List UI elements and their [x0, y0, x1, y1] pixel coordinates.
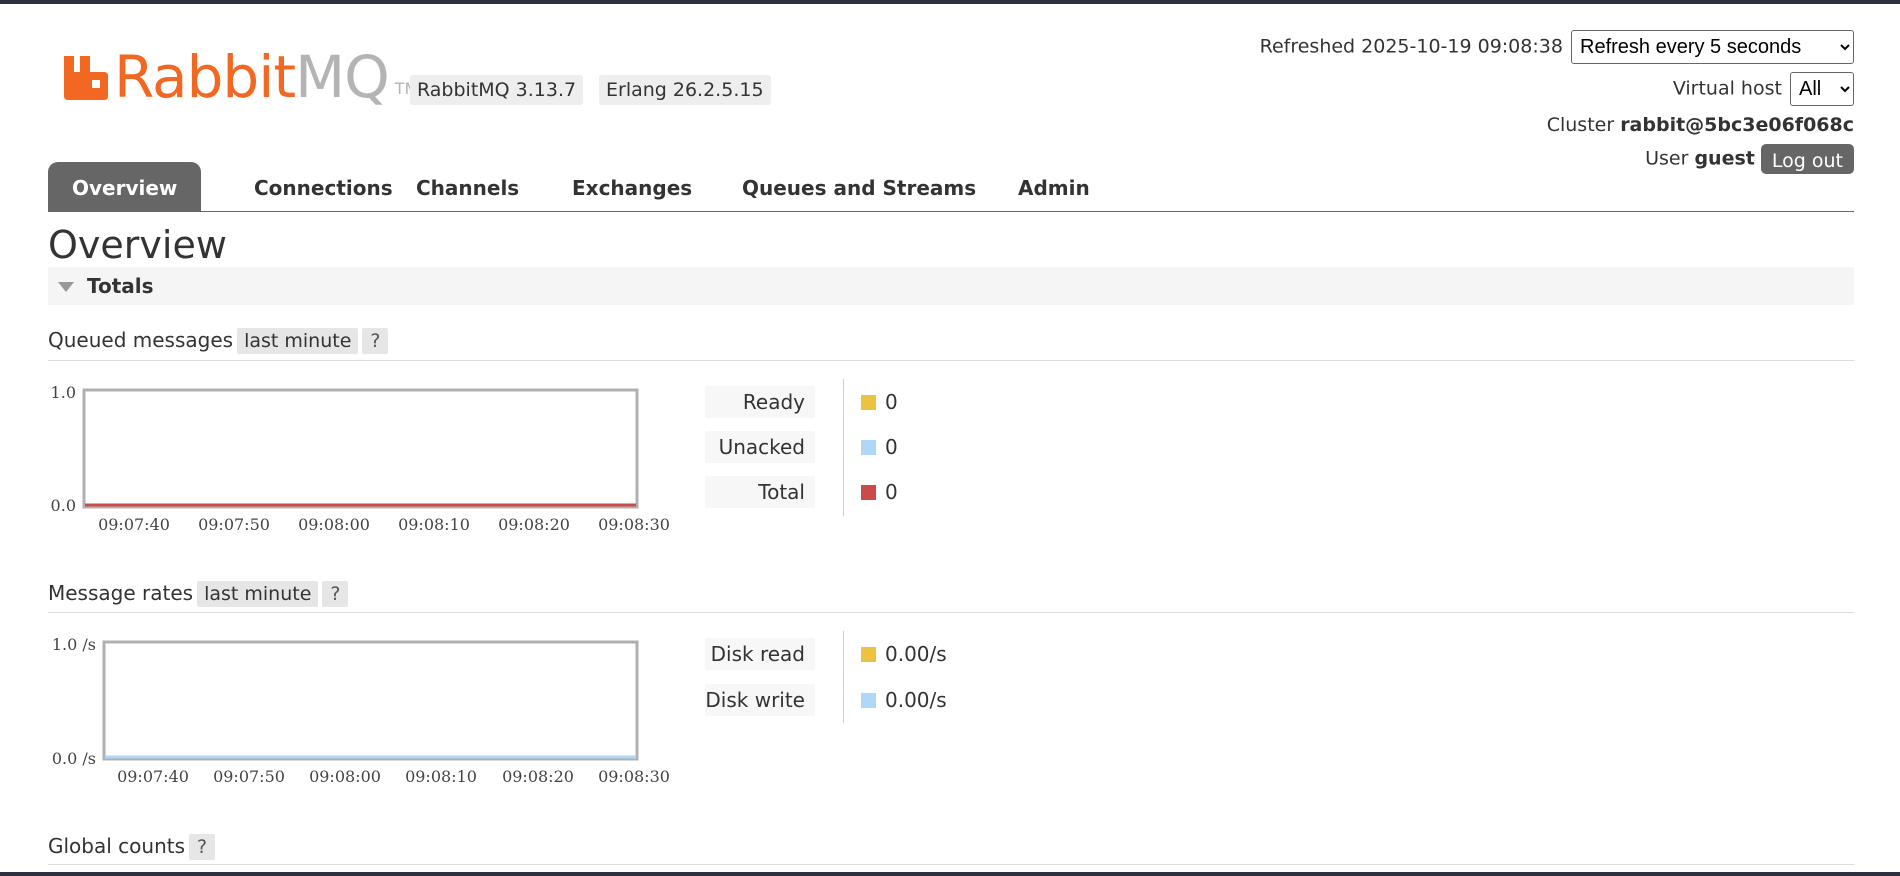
- vhost-line: Virtual host All: [1673, 72, 1854, 106]
- legend-swatch-blue: [861, 693, 876, 708]
- queued-plot-area: [82, 388, 639, 509]
- main-nav-tabs: Overview Connections Channels Exchanges …: [48, 162, 1854, 212]
- legend-label: Unacked: [705, 431, 815, 463]
- legend-label: Disk write: [705, 684, 815, 716]
- tab-exchanges[interactable]: Exchanges: [548, 162, 716, 211]
- rates-x-tick: 09:08:30: [598, 767, 670, 786]
- legend-label: Total: [705, 476, 815, 508]
- collapse-triangle-icon[interactable]: [58, 282, 74, 292]
- rates-x-tick: 09:07:50: [213, 767, 285, 786]
- queued-x-tick: 09:08:30: [598, 515, 670, 534]
- rates-chart-svg: 1.0 /s 0.0 /s 09:07:40 09:07:50 09:08:00…: [52, 635, 670, 786]
- totals-section-header[interactable]: [48, 267, 1854, 305]
- global-counts-label: Global counts: [48, 834, 186, 858]
- cluster-name: rabbit@5bc3e06f068c: [1620, 114, 1854, 136]
- section-divider: [48, 360, 1854, 361]
- queued-messages-chart: 1.0 0.0 09:07:40 09:07:50 09:08:00 09:08…: [40, 379, 680, 543]
- rates-legend-divider: [843, 631, 844, 723]
- tab-connections[interactable]: Connections: [230, 162, 417, 211]
- rates-x-tick: 09:08:20: [502, 767, 574, 786]
- queued-x-tick: 09:08:10: [398, 515, 470, 534]
- legend-value: 0.00/s: [885, 642, 947, 666]
- rates-range-selector[interactable]: last minute: [197, 581, 319, 607]
- queued-range-selector[interactable]: last minute: [237, 328, 359, 354]
- queued-help-button[interactable]: ?: [362, 328, 389, 354]
- rabbitmq-logo[interactable]: Rabbit MQ TM: [64, 43, 418, 111]
- refresh-interval-select[interactable]: Refresh every 5 seconds: [1571, 30, 1854, 64]
- legend-swatch-yellow: [861, 395, 876, 410]
- rates-y-tick-max: 1.0 /s: [52, 635, 96, 654]
- rates-y-tick-min: 0.0 /s: [52, 749, 96, 768]
- refreshed-timestamp: Refreshed 2025-10-19 09:08:38: [1259, 35, 1563, 58]
- legend-value: 0: [885, 390, 898, 414]
- queued-chart-svg: 1.0 0.0 09:07:40 09:07:50 09:08:00 09:08…: [51, 383, 670, 534]
- logo-rabbit-text: Rabbit: [114, 43, 296, 111]
- vhost-label: Virtual host: [1672, 77, 1782, 100]
- totals-section-label[interactable]: Totals: [87, 274, 154, 298]
- legend-value: 0.00/s: [885, 688, 947, 712]
- queued-x-tick: 09:08:00: [298, 515, 370, 534]
- queued-x-tick: 09:07:50: [198, 515, 270, 534]
- section-divider: [48, 612, 1854, 613]
- legend-label: Disk read: [705, 638, 815, 670]
- logo-mq-text: MQ: [295, 43, 390, 111]
- legend-value: 0: [885, 435, 898, 459]
- rates-x-tick: 09:07:40: [117, 767, 189, 786]
- rabbitmq-version-badge: RabbitMQ 3.13.7: [410, 75, 584, 105]
- cluster-line: Cluster rabbit@5bc3e06f068c: [1547, 114, 1854, 136]
- queued-y-tick-max: 1.0: [51, 383, 76, 402]
- global-counts-help-button[interactable]: ?: [189, 834, 216, 860]
- rates-x-tick: 09:08:10: [405, 767, 477, 786]
- tab-admin[interactable]: Admin: [994, 162, 1114, 211]
- rabbit-logo-icon: [64, 56, 108, 100]
- queued-messages-title: Queued messages last minute?: [48, 328, 389, 354]
- legend-swatch-yellow: [861, 647, 876, 662]
- queued-messages-label: Queued messages: [48, 328, 234, 352]
- legend-label: Ready: [705, 386, 815, 418]
- message-rates-chart: 1.0 /s 0.0 /s 09:07:40 09:07:50 09:08:00…: [40, 630, 680, 794]
- queued-x-tick: 09:08:20: [498, 515, 570, 534]
- legend-value: 0: [885, 480, 898, 504]
- rates-help-button[interactable]: ?: [322, 581, 349, 607]
- rates-plot-area: [102, 640, 639, 761]
- legend-swatch-red: [861, 485, 876, 500]
- vhost-select[interactable]: All: [1790, 72, 1854, 106]
- tab-queues-and-streams[interactable]: Queues and Streams: [718, 162, 1000, 211]
- queued-y-tick-min: 0.0: [51, 496, 76, 515]
- queued-x-tick: 09:07:40: [98, 515, 170, 534]
- message-rates-title: Message rates last minute?: [48, 581, 349, 607]
- refresh-line: Refreshed 2025-10-19 09:08:38 Refresh ev…: [1260, 30, 1854, 64]
- tab-overview[interactable]: Overview: [48, 162, 202, 211]
- rates-x-tick: 09:08:00: [309, 767, 381, 786]
- erlang-version-badge: Erlang 26.2.5.15: [599, 75, 771, 105]
- message-rates-label: Message rates: [48, 581, 194, 605]
- page-title: Overview: [48, 223, 227, 267]
- queued-legend-divider: [843, 379, 844, 516]
- global-counts-title: Global counts?: [48, 834, 216, 860]
- legend-swatch-blue: [861, 440, 876, 455]
- cluster-label: Cluster: [1546, 114, 1615, 136]
- tab-channels[interactable]: Channels: [392, 162, 543, 211]
- section-divider: [48, 864, 1854, 865]
